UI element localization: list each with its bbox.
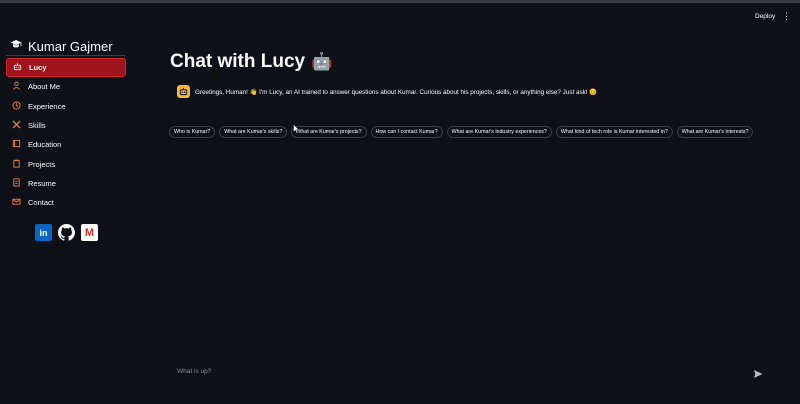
linkedin-icon[interactable]: in xyxy=(35,224,52,241)
sidebar-item-label: Resume xyxy=(28,178,56,188)
sidebar-item-label: Education xyxy=(28,140,62,150)
clipboard-icon xyxy=(12,159,21,170)
sidebar-item-label: Lucy xyxy=(29,63,47,73)
sidebar-nav: Lucy About Me Experience Skills Educatio… xyxy=(6,58,126,212)
kebab-icon[interactable]: ⋮ xyxy=(782,11,791,22)
sidebar-item-about-me[interactable]: About Me xyxy=(6,77,126,96)
deploy-button[interactable]: Deploy xyxy=(755,13,775,20)
suggestion-chip[interactable]: What are Kumar's skills? xyxy=(219,126,288,138)
sidebar-item-label: Contact xyxy=(28,198,54,208)
sidebar-item-label: Projects xyxy=(28,159,56,169)
github-icon[interactable] xyxy=(58,224,75,241)
robot-emoji-icon: 🤖 xyxy=(311,52,333,71)
social-links: in M xyxy=(35,224,98,241)
page-title: Chat with Lucy 🤖 xyxy=(170,51,332,73)
sidebar: Kumar Gajmer Lucy About Me Experience Sk… xyxy=(0,3,134,404)
graduation-cap-icon xyxy=(10,37,22,55)
mouse-cursor-icon xyxy=(293,121,300,139)
sidebar-brand: Kumar Gajmer xyxy=(10,37,113,55)
clock-icon xyxy=(12,101,21,112)
sidebar-item-contact[interactable]: Contact xyxy=(6,193,126,212)
assistant-message-text: Greetings, Human! 👋 I'm Lucy, an AI trai… xyxy=(195,88,598,96)
send-icon[interactable] xyxy=(753,366,763,384)
chat-input[interactable] xyxy=(170,367,770,375)
robot-icon xyxy=(13,62,22,73)
sidebar-item-label: Experience xyxy=(28,101,66,111)
sidebar-item-label: Skills xyxy=(28,121,46,131)
assistant-message: Greetings, Human! 👋 I'm Lucy, an AI trai… xyxy=(177,85,597,98)
sidebar-title: Kumar Gajmer xyxy=(28,38,113,54)
book-icon xyxy=(12,139,21,150)
sidebar-item-experience[interactable]: Experience xyxy=(6,97,126,116)
chat-input-container xyxy=(170,362,770,380)
person-icon xyxy=(12,81,21,92)
suggestion-chip[interactable]: Who is Kumar? xyxy=(169,126,216,138)
suggestion-chip[interactable]: What are Kumar's industry experiences? xyxy=(446,126,552,138)
sidebar-item-education[interactable]: Education xyxy=(6,135,126,154)
suggestion-chip[interactable]: What kind of tech role is Kumar interest… xyxy=(555,126,673,138)
sidebar-item-resume[interactable]: Resume xyxy=(6,174,126,193)
suggestion-chip[interactable]: What are Kumar's projects? xyxy=(291,126,367,138)
document-icon xyxy=(12,178,21,189)
sidebar-divider xyxy=(6,55,126,56)
suggestion-chips: Who is Kumar? What are Kumar's skills? W… xyxy=(169,126,754,138)
suggestion-chip[interactable]: How can I contact Kumar? xyxy=(370,126,443,138)
sidebar-item-lucy[interactable]: Lucy xyxy=(6,58,126,78)
page-title-text: Chat with Lucy xyxy=(170,51,306,72)
mail-icon xyxy=(12,197,21,208)
suggestion-chip[interactable]: What are Kumar's interests? xyxy=(676,126,754,138)
sidebar-item-skills[interactable]: Skills xyxy=(6,116,126,135)
gmail-icon[interactable]: M xyxy=(81,224,98,241)
sidebar-item-projects[interactable]: Projects xyxy=(6,154,126,173)
assistant-avatar xyxy=(177,85,190,98)
sidebar-item-label: About Me xyxy=(28,82,61,92)
tools-icon xyxy=(12,120,21,131)
